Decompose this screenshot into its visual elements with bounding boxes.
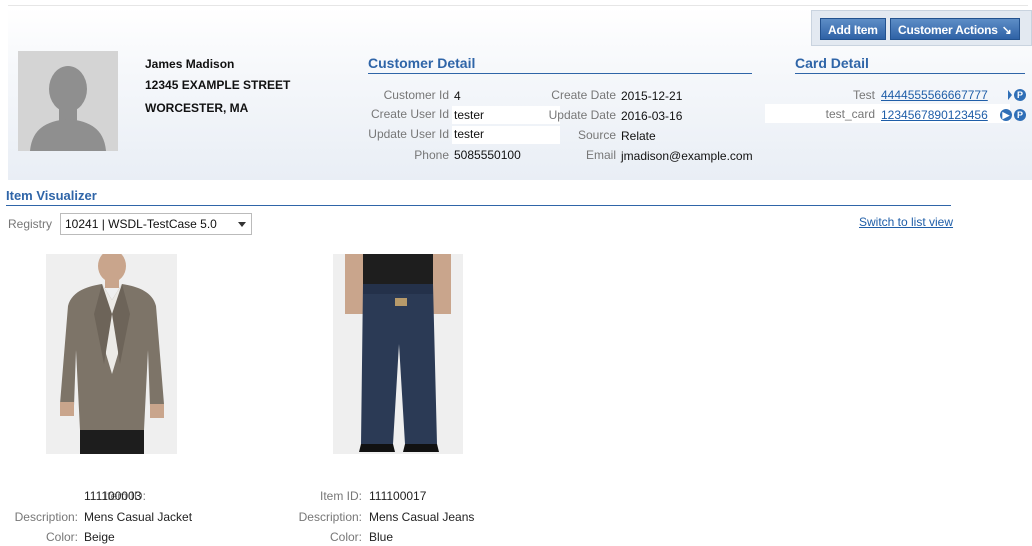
product-image-jacket[interactable]	[46, 254, 177, 454]
card-detail-icon[interactable]: P	[1014, 109, 1026, 121]
source-value: Relate	[621, 129, 656, 143]
registry-selected-value: 10241 | WSDL-TestCase 5.0	[65, 217, 217, 231]
card-detail-rule	[795, 73, 1025, 74]
customer-street: 12345 EXAMPLE STREET	[145, 78, 291, 92]
jeans-image	[333, 254, 463, 454]
update-date-value: 2016-03-16	[621, 109, 683, 123]
item-id-label: Item ID:	[319, 489, 362, 503]
chevron-down-icon	[238, 222, 246, 227]
card-number-link[interactable]: 4444555566667777	[881, 88, 997, 102]
create-user-value: tester	[454, 108, 485, 122]
source-label: Source	[577, 128, 616, 142]
create-date-value: 2015-12-21	[621, 89, 683, 103]
color-value: Beige	[84, 530, 115, 544]
email-value: jmadison@example.com	[621, 149, 753, 163]
item-visualizer-title: Item Visualizer	[6, 188, 97, 203]
top-divider	[8, 5, 1028, 6]
card-detail-icon[interactable]: P	[1014, 89, 1026, 101]
update-user-value: tester	[454, 127, 485, 141]
description-label: Description:	[14, 510, 78, 524]
customer-name: James Madison	[145, 57, 235, 71]
card-label: test_card	[825, 107, 875, 121]
arrow-down-right-icon: ↘	[1001, 23, 1012, 37]
email-label: Email	[585, 148, 616, 162]
registry-select[interactable]: 10241 | WSDL-TestCase 5.0	[60, 213, 252, 235]
update-date-label: Update Date	[548, 108, 616, 122]
customer-id-label: Customer Id	[383, 88, 449, 102]
customer-detail-rule	[368, 73, 752, 74]
create-date-label: Create Date	[551, 88, 616, 102]
play-icon[interactable]	[1008, 90, 1012, 100]
description-label: Description:	[298, 510, 362, 524]
phone-value: 5085550100	[454, 148, 521, 162]
jacket-image	[46, 254, 177, 454]
customer-id-value: 4	[454, 89, 461, 103]
phone-label: Phone	[414, 148, 449, 162]
customer-city: WORCESTER, MA	[145, 101, 249, 115]
action-toolbar: Add Item Customer Actions ↘	[811, 10, 1032, 46]
item-id-value: 111100003	[84, 489, 142, 503]
update-user-label: Update User Id	[368, 127, 449, 141]
customer-actions-label: Customer Actions	[898, 23, 998, 37]
customer-detail-title: Customer Detail	[368, 55, 476, 71]
description-value: Mens Casual Jeans	[369, 510, 475, 524]
avatar	[18, 51, 118, 151]
customer-actions-button[interactable]: Customer Actions ↘	[890, 18, 1020, 40]
item-id-value: 111100017	[369, 489, 427, 503]
card-number-link[interactable]: 1234567890123456	[881, 108, 997, 122]
switch-to-list-view-link[interactable]: Switch to list view	[859, 215, 953, 229]
play-circle-icon[interactable]: ▶	[1000, 109, 1012, 121]
color-label: Color:	[45, 530, 78, 544]
add-item-button[interactable]: Add Item	[820, 18, 886, 40]
registry-label: Registry	[8, 217, 53, 231]
color-value: Blue	[369, 530, 394, 544]
color-label: Color:	[329, 530, 362, 544]
person-silhouette-icon	[18, 51, 118, 151]
create-user-label: Create User Id	[370, 107, 449, 121]
description-value: Mens Casual Jacket	[84, 510, 193, 524]
card-detail-title: Card Detail	[795, 55, 869, 71]
card-label: Test	[852, 88, 875, 102]
product-image-jeans[interactable]	[333, 254, 463, 454]
item-visualizer-rule	[6, 205, 951, 206]
